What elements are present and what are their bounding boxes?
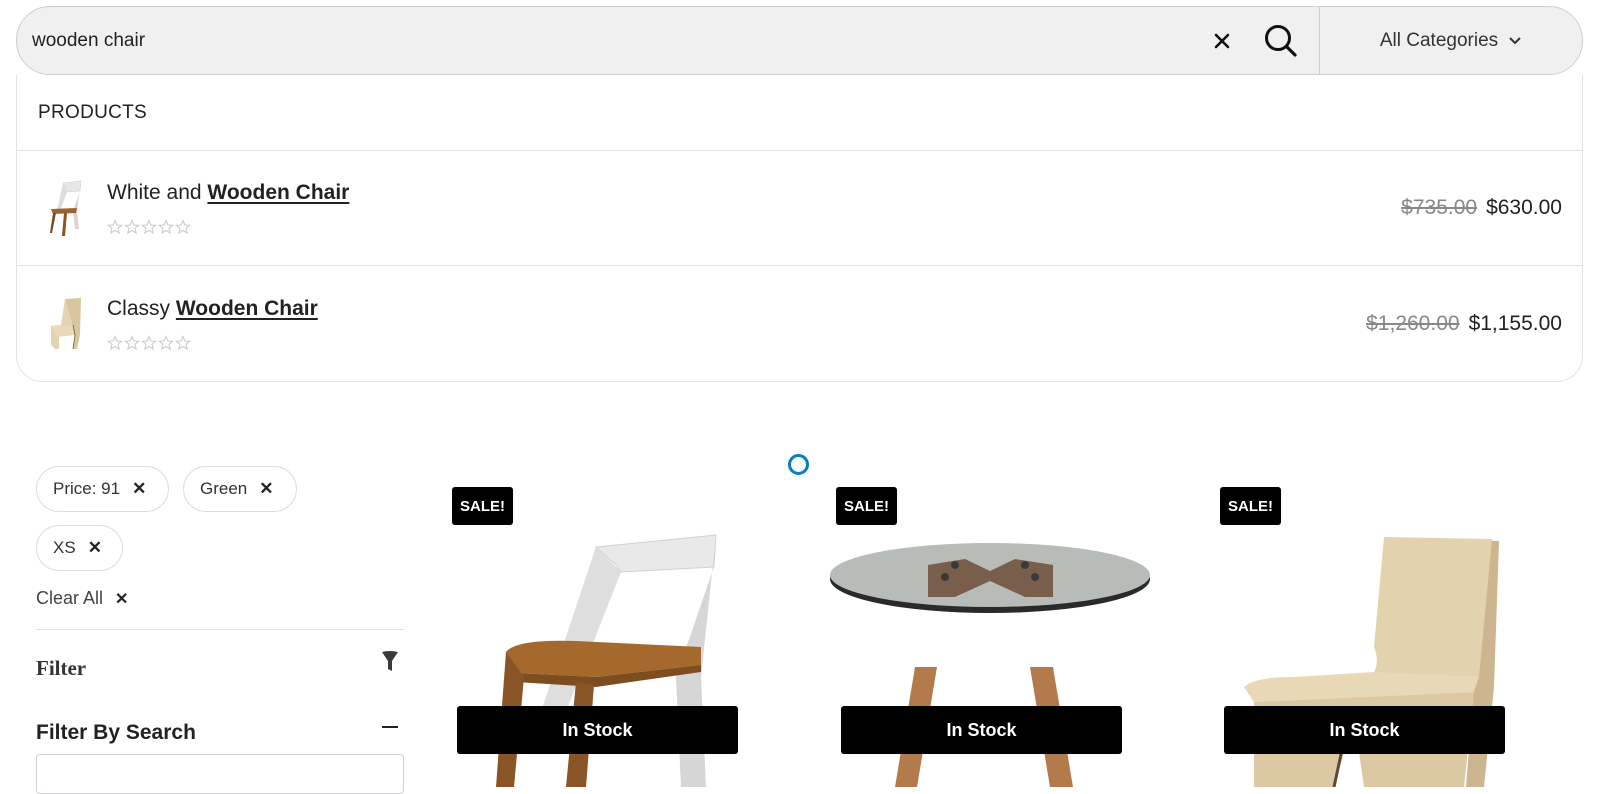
search-results-dropdown: PRODUCTS White and Wooden Chair $735.00 … — [16, 75, 1583, 382]
chip-label: XS — [53, 538, 76, 557]
star-empty-icon — [141, 334, 157, 350]
star-empty-icon — [175, 219, 191, 235]
result-item[interactable]: White and Wooden Chair $735.00 $630.00 — [17, 151, 1582, 266]
star-empty-icon — [141, 219, 157, 235]
sale-price: $630.00 — [1486, 196, 1562, 219]
product-card[interactable]: SALE! In Stock — [830, 487, 1170, 787]
classy-wooden-chair-thumbnail — [51, 297, 81, 349]
star-empty-icon — [175, 334, 191, 350]
search-input[interactable] — [17, 7, 1211, 74]
collapse-minus-icon[interactable] — [382, 726, 398, 728]
clear-all-label: Clear All — [36, 588, 104, 608]
chip-label: Price: 91 — [53, 479, 121, 498]
remove-filter-icon[interactable]: ✕ — [88, 538, 102, 558]
category-select[interactable]: All Categories — [1320, 7, 1582, 74]
search-icon — [1265, 24, 1297, 57]
remove-filter-icon[interactable]: ✕ — [259, 479, 273, 499]
clear-all-filters-button[interactable]: Clear All ✕ — [36, 588, 128, 609]
remove-filter-icon[interactable]: ✕ — [132, 479, 146, 499]
sale-badge: SALE! — [452, 487, 513, 525]
star-empty-icon — [158, 219, 174, 235]
result-title-prefix: White and — [107, 181, 208, 204]
filter-by-search-input[interactable] — [36, 754, 404, 794]
close-icon: ✕ — [115, 590, 129, 608]
category-label: All Categories — [1379, 29, 1499, 51]
result-item[interactable]: Classy Wooden Chair $1,260.00 $1,155.00 — [17, 266, 1582, 381]
active-filter-chip-xs[interactable]: XS ✕ — [36, 525, 123, 571]
filter-heading: Filter — [36, 656, 87, 680]
in-stock-button[interactable]: In Stock — [841, 706, 1122, 754]
active-filter-chip-price[interactable]: Price: 91 ✕ — [36, 466, 169, 512]
result-title[interactable]: White and Wooden Chair — [107, 181, 1401, 205]
old-price: $735.00 — [1401, 196, 1478, 219]
clear-search-button[interactable] — [1211, 30, 1233, 52]
rating-stars — [107, 219, 1401, 235]
sale-price: $1,155.00 — [1468, 311, 1562, 335]
sale-badge: SALE! — [836, 487, 897, 525]
white-wooden-chair-thumbnail — [50, 180, 82, 236]
result-prices: $735.00 $630.00 — [1401, 196, 1562, 220]
filter-by-search-heading: Filter By Search — [36, 721, 196, 744]
loading-spinner-icon — [788, 454, 809, 475]
in-stock-button[interactable]: In Stock — [457, 706, 738, 754]
result-title[interactable]: Classy Wooden Chair — [107, 297, 1366, 321]
in-stock-button[interactable]: In Stock — [1224, 706, 1505, 754]
result-prices: $1,260.00 $1,155.00 — [1366, 312, 1562, 336]
search-bar: All Categories — [16, 6, 1583, 75]
funnel-icon[interactable] — [381, 650, 399, 672]
product-card[interactable]: SALE! In Stock — [1214, 487, 1554, 787]
active-filter-chip-green[interactable]: Green ✕ — [183, 466, 297, 512]
result-title-highlight: Wooden Chair — [175, 296, 318, 320]
close-icon — [1214, 33, 1230, 48]
result-title-highlight: Wooden Chair — [207, 181, 350, 204]
sidebar-divider — [36, 629, 404, 630]
results-section-label: PRODUCTS — [17, 75, 1582, 151]
star-empty-icon — [124, 219, 140, 235]
star-empty-icon — [124, 334, 140, 350]
chip-label: Green — [200, 479, 248, 498]
star-empty-icon — [107, 334, 123, 350]
product-card[interactable]: SALE! In Stock — [446, 487, 786, 787]
star-empty-icon — [107, 219, 123, 235]
search-button[interactable] — [1261, 21, 1301, 61]
result-title-prefix: Classy — [107, 296, 176, 320]
old-price: $1,260.00 — [1366, 311, 1460, 335]
sale-badge: SALE! — [1220, 487, 1281, 525]
chevron-down-icon — [1509, 36, 1521, 44]
rating-stars — [107, 334, 1366, 351]
star-empty-icon — [158, 334, 174, 350]
